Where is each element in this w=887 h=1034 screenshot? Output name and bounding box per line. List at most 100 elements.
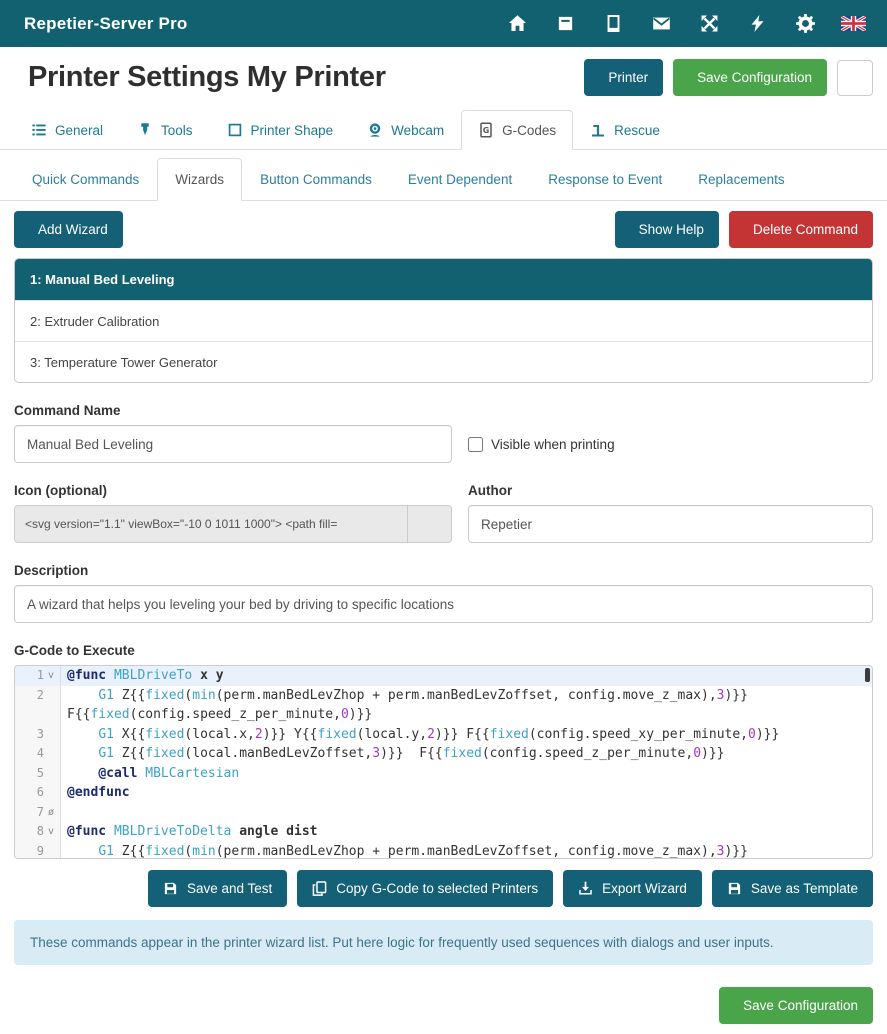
code-text: @endfunc [61, 783, 872, 803]
page-title: Printer Settings My Printer [28, 61, 386, 94]
gcode-icon: G [478, 122, 494, 138]
line-number-gutter: 6 [15, 783, 61, 803]
tab-rescue[interactable]: Rescue [573, 110, 677, 150]
navbar: Repetier-Server Pro [0, 0, 887, 47]
page-header: Printer Settings My Printer Printer Save… [0, 47, 887, 110]
line-number-gutter: 5 [15, 764, 61, 784]
visible-when-printing-checkbox[interactable] [468, 437, 483, 452]
tab-general[interactable]: General [14, 110, 120, 150]
code-line: 6@endfunc [15, 783, 872, 803]
tab-g-codes[interactable]: GG-Codes [461, 110, 573, 150]
save-and-test-button[interactable]: Save and Test [148, 870, 287, 907]
code-text: G1 Z{{fixed(min(perm.manBedLevZhop + per… [61, 842, 872, 860]
code-text: @call MBLCartesian [61, 764, 872, 784]
command-name-label: Command Name [14, 403, 873, 418]
touchscreen-icon[interactable] [593, 7, 633, 41]
code-line: 8v@func MBLDriveToDelta angle dist [15, 822, 872, 842]
fold-marker-icon: v [44, 822, 58, 842]
editor-scrollbar-thumb[interactable] [865, 668, 870, 682]
fold-marker-icon: v [44, 666, 58, 686]
printer-button[interactable]: Printer [584, 59, 663, 96]
list-icon [31, 122, 47, 138]
subtab-replacements[interactable]: Replacements [680, 158, 802, 201]
webcam-icon [367, 122, 383, 138]
line-number-gutter: 2 [15, 686, 61, 725]
icon-label: Icon (optional) [14, 483, 452, 498]
icon-svg-value[interactable]: <svg version="1.1" viewBox="-10 0 1011 1… [15, 506, 407, 542]
subtab-response-to-event[interactable]: Response to Event [530, 158, 680, 201]
download-icon [578, 881, 593, 896]
tab-webcam[interactable]: Webcam [350, 110, 461, 150]
menu-button[interactable] [837, 60, 873, 96]
description-label: Description [14, 563, 873, 578]
editor-actions: Save and Test Copy G-Code to selected Pr… [14, 870, 873, 907]
code-line: 9 G1 Z{{fixed(min(perm.manBedLevZhop + p… [15, 842, 872, 860]
nozzle-icon [137, 122, 153, 138]
fullscreen-icon[interactable] [689, 7, 729, 41]
author-input[interactable] [468, 505, 873, 543]
gcode-label: G-Code to Execute [14, 643, 873, 658]
subtab-quick-commands[interactable]: Quick Commands [14, 158, 157, 201]
settings-icon[interactable] [785, 7, 825, 41]
sub-tabs: Quick CommandsWizardsButton CommandsEven… [0, 158, 887, 201]
line-number-gutter: 4 [15, 744, 61, 764]
navbar-icons [497, 7, 873, 41]
line-number-gutter: 3 [15, 725, 61, 745]
subtab-wizards[interactable]: Wizards [157, 158, 242, 201]
gcode-editor[interactable]: 1v@func MBLDriveTo x y2 G1 Z{{fixed(min(… [14, 665, 873, 859]
code-text: @func MBLDriveToDelta angle dist [61, 822, 872, 842]
save-as-template-button[interactable]: Save as Template [712, 870, 873, 907]
visible-when-printing-label: Visible when printing [491, 437, 615, 452]
home-icon[interactable] [497, 7, 537, 41]
save-configuration-button[interactable]: Save Configuration [673, 59, 827, 96]
power-icon[interactable] [737, 7, 777, 41]
save-configuration-button-bottom[interactable]: Save Configuration [719, 987, 873, 1024]
icon-input-group: <svg version="1.1" viewBox="-10 0 1011 1… [14, 505, 452, 543]
code-line: 2 G1 Z{{fixed(min(perm.manBedLevZhop + p… [15, 686, 872, 725]
wizard-list-item[interactable]: 1: Manual Bed Leveling [15, 259, 872, 300]
code-text: @func MBLDriveTo x y [61, 666, 872, 686]
main-tabs: GeneralToolsPrinter Shape Webcam GG-Code… [0, 110, 887, 150]
line-number-gutter: 8v [15, 822, 61, 842]
subtab-event-dependent[interactable]: Event Dependent [390, 158, 530, 201]
square-icon [227, 122, 243, 138]
tab-printer-shape[interactable]: Printer Shape [210, 110, 351, 150]
gcode-editor-lines: 1v@func MBLDriveTo x y2 G1 Z{{fixed(min(… [15, 666, 872, 859]
wizard-list-item[interactable]: 3: Temperature Tower Generator [15, 341, 872, 382]
code-line: 4 G1 Z{{fixed(local.manBedLevZoffset,3)}… [15, 744, 872, 764]
language-en-icon[interactable] [833, 7, 873, 41]
messages-icon[interactable] [641, 7, 681, 41]
code-line: 5 @call MBLCartesian [15, 764, 872, 784]
line-number-gutter: 1v [15, 666, 61, 686]
icon-edit-button[interactable] [407, 506, 451, 542]
brand-link[interactable]: Repetier-Server Pro [14, 14, 187, 34]
brand-title: Repetier-Server Pro [24, 14, 187, 34]
code-line: 3 G1 X{{fixed(local.x,2)}} Y{{fixed(loca… [15, 725, 872, 745]
wizard-toolbar: Add Wizard Show Help Delete Command [14, 211, 873, 248]
export-wizard-button[interactable]: Export Wizard [563, 870, 702, 907]
wizard-list: 1: Manual Bed Leveling2: Extruder Calibr… [14, 258, 873, 383]
rescue-icon [590, 122, 606, 138]
empty-marker-icon: ø [44, 803, 58, 823]
code-text: G1 Z{{fixed(local.manBedLevZoffset,3)}} … [61, 744, 872, 764]
copy-icon [312, 881, 327, 896]
command-name-input[interactable] [14, 425, 452, 463]
add-wizard-button[interactable]: Add Wizard [14, 211, 123, 248]
floppy-icon [727, 881, 742, 896]
subtab-button-commands[interactable]: Button Commands [242, 158, 390, 201]
info-note: These commands appear in the printer wiz… [14, 920, 873, 965]
code-line: 1v@func MBLDriveTo x y [15, 666, 872, 686]
delete-command-button[interactable]: Delete Command [729, 211, 873, 248]
code-text [61, 803, 872, 823]
wizard-list-item[interactable]: 2: Extruder Calibration [15, 300, 872, 341]
floppy-icon [163, 881, 178, 896]
show-help-button[interactable]: Show Help [615, 211, 719, 248]
line-number-gutter: 9 [15, 842, 61, 860]
tab-tools[interactable]: Tools [120, 110, 210, 150]
printer-icon[interactable] [545, 7, 585, 41]
code-text: G1 Z{{fixed(min(perm.manBedLevZhop + per… [61, 686, 872, 725]
svg-text:G: G [483, 126, 490, 135]
copy-g-code-to-selected-printers-button[interactable]: Copy G-Code to selected Printers [297, 870, 553, 907]
description-input[interactable] [14, 585, 873, 623]
code-text: G1 X{{fixed(local.x,2)}} Y{{fixed(local.… [61, 725, 872, 745]
